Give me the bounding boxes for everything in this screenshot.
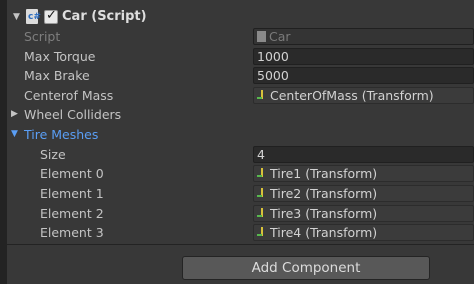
collapse-arrow-icon[interactable]: ▼ <box>13 12 20 22</box>
script-value: Car <box>269 29 291 44</box>
script-field: Car <box>253 28 474 45</box>
element-value: Tire1 (Transform) <box>270 166 378 181</box>
component-header[interactable]: ▼ c# ✓ Car (Script) <box>7 8 474 28</box>
center-of-mass-label: Centerof Mass <box>24 88 114 103</box>
element-value: Tire4 (Transform) <box>270 225 378 240</box>
size-input[interactable]: 4 <box>253 146 474 163</box>
component-enabled-checkbox[interactable]: ✓ <box>44 8 58 24</box>
left-edge-strip <box>0 0 7 284</box>
script-row: Script Car <box>7 27 474 47</box>
max-brake-input[interactable]: 5000 <box>253 67 474 84</box>
max-torque-label[interactable]: Max Torque <box>24 49 95 64</box>
expand-arrow-icon[interactable]: ▶ <box>11 109 18 119</box>
transform-icon <box>257 187 267 200</box>
element-row: Element 0 Tire1 (Transform) <box>7 164 474 184</box>
transform-icon <box>257 89 267 102</box>
size-label[interactable]: Size <box>40 147 66 162</box>
element-label: Element 0 <box>40 166 104 181</box>
center-of-mass-row: Centerof Mass CenterOfMass (Transform) <box>7 86 474 106</box>
element-object-field[interactable]: Tire3 (Transform) <box>253 205 474 222</box>
element-label: Element 3 <box>40 225 104 240</box>
collapse-arrow-icon[interactable]: ▼ <box>11 129 18 139</box>
max-brake-label[interactable]: Max Brake <box>24 68 90 83</box>
center-of-mass-value: CenterOfMass (Transform) <box>270 88 434 103</box>
element-value: Tire3 (Transform) <box>270 206 378 221</box>
element-row: Element 3 Tire4 (Transform) <box>7 223 474 243</box>
element-label: Element 2 <box>40 206 104 221</box>
max-torque-row: Max Torque 1000 <box>7 47 474 67</box>
element-label: Element 1 <box>40 186 104 201</box>
tire-meshes-label[interactable]: Tire Meshes <box>24 127 98 142</box>
transform-icon <box>257 207 267 220</box>
element-object-field[interactable]: Tire1 (Transform) <box>253 165 474 182</box>
center-of-mass-object-field[interactable]: CenterOfMass (Transform) <box>253 87 474 104</box>
element-row: Element 2 Tire3 (Transform) <box>7 204 474 224</box>
wheel-colliders-foldout[interactable]: ▶ Wheel Colliders <box>7 105 474 125</box>
element-object-field[interactable]: Tire4 (Transform) <box>253 224 474 241</box>
section-divider <box>7 244 474 245</box>
add-component-button[interactable]: Add Component <box>182 256 430 280</box>
script-asset-icon <box>257 31 266 42</box>
script-file-icon: c# <box>26 9 41 24</box>
wheel-colliders-label[interactable]: Wheel Colliders <box>24 107 121 122</box>
inspector-panel: ▼ c# ✓ Car (Script) Script Car Max Torqu… <box>7 0 474 284</box>
transform-icon <box>257 167 267 180</box>
element-row: Element 1 Tire2 (Transform) <box>7 184 474 204</box>
max-brake-row: Max Brake 5000 <box>7 66 474 86</box>
element-object-field[interactable]: Tire2 (Transform) <box>253 185 474 202</box>
element-value: Tire2 (Transform) <box>270 186 378 201</box>
tire-meshes-foldout[interactable]: ▼ Tire Meshes <box>7 125 474 145</box>
transform-icon <box>257 226 267 239</box>
script-label: Script <box>24 29 61 44</box>
component-title: Car (Script) <box>62 9 147 24</box>
size-row: Size 4 <box>7 145 474 165</box>
max-torque-input[interactable]: 1000 <box>253 48 474 65</box>
